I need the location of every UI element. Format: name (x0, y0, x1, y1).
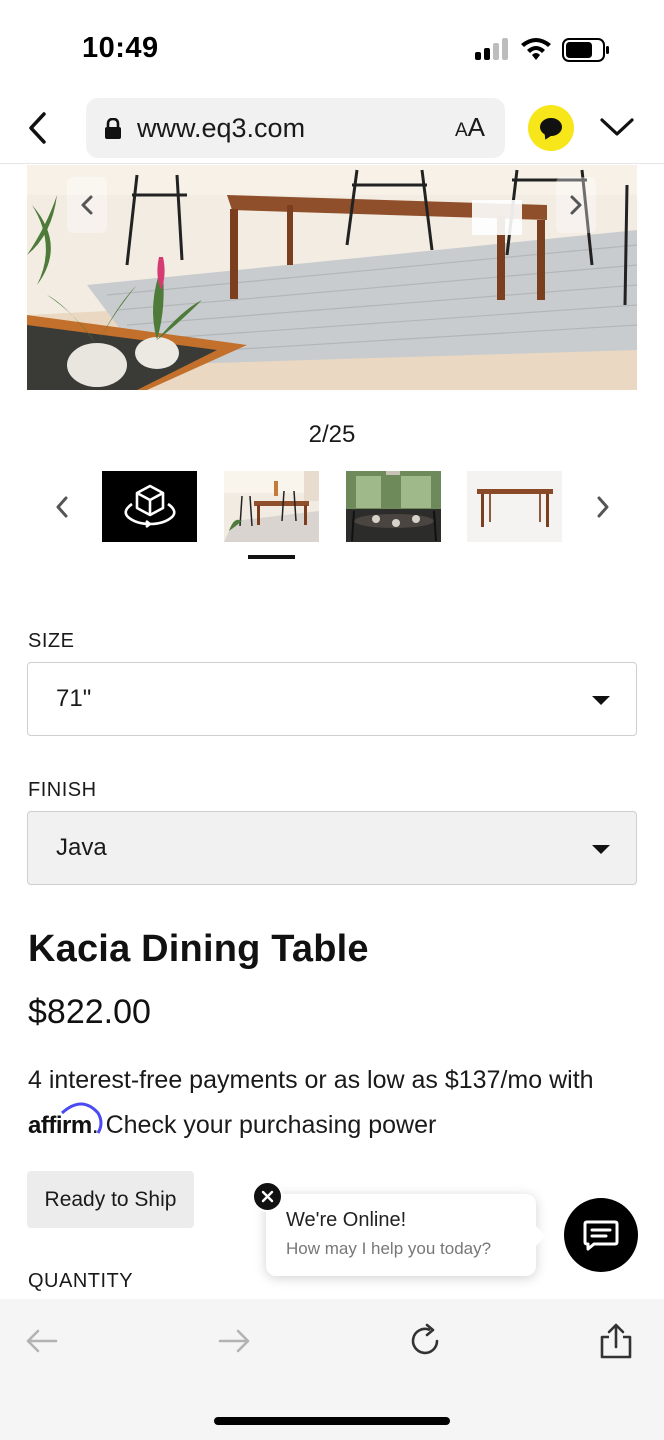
caret-down-icon (592, 696, 610, 705)
status-time: 10:49 (82, 32, 159, 64)
back-chevron-icon[interactable] (22, 108, 56, 148)
chat-message-icon (583, 1220, 619, 1251)
size-label: SIZE (28, 630, 75, 652)
home-indicator (214, 1417, 450, 1425)
financing-info: 4 interest-free payments or as low as $1… (28, 1058, 628, 1148)
text-size-button[interactable]: AA (455, 112, 485, 143)
caret-down-icon (592, 845, 610, 854)
active-thumbnail-indicator (248, 555, 295, 559)
url-field[interactable]: www.eq3.com AA (86, 98, 505, 158)
gallery-counter: 2/25 (308, 421, 356, 448)
product-title: Kacia Dining Table (28, 928, 369, 970)
back-arrow-icon[interactable] (22, 1321, 62, 1361)
cellular-signal-icon (475, 38, 511, 60)
wifi-icon (521, 38, 551, 60)
chat-popup[interactable]: We're Online! How may I help you today? (266, 1194, 546, 1276)
ready-to-ship-badge: Ready to Ship (27, 1171, 194, 1228)
thumbnail-dining-room-set[interactable] (346, 471, 441, 542)
url-text: www.eq3.com (137, 113, 306, 143)
chat-extension-icon[interactable] (528, 105, 574, 151)
chat-open-button[interactable] (564, 1198, 638, 1272)
purchasing-power-link[interactable]: . Check your purchasing power (92, 1111, 437, 1139)
close-icon (261, 1190, 274, 1203)
thumbnail-table-product[interactable] (467, 471, 562, 542)
thumbnail-dining-room-bright[interactable] (224, 471, 319, 542)
finish-value: Java (56, 834, 107, 861)
product-hero-image[interactable] (27, 165, 637, 390)
reload-icon[interactable] (405, 1321, 445, 1361)
lock-icon (105, 118, 121, 139)
status-bar: 10:49 (0, 0, 664, 96)
chat-title: We're Online! (286, 1209, 407, 1231)
browser-address-bar: www.eq3.com AA (0, 96, 664, 164)
size-value: 71" (56, 685, 92, 712)
product-price: $822.00 (28, 993, 151, 1031)
finish-label: FINISH (28, 779, 97, 801)
size-select[interactable]: 71" (27, 662, 637, 736)
affirm-logo: affirm (28, 1102, 103, 1148)
hero-next-button[interactable] (556, 177, 596, 233)
forward-arrow-icon[interactable] (214, 1321, 254, 1361)
quantity-label: QUANTITY (28, 1270, 134, 1292)
3d-cube-icon (124, 484, 176, 529)
hero-prev-button[interactable] (67, 177, 107, 233)
thumbnail-3d-view[interactable] (102, 471, 197, 542)
dining-room-photo (27, 165, 637, 390)
chevron-down-icon[interactable] (598, 112, 636, 142)
thumbnail-next-icon[interactable] (593, 493, 613, 521)
chat-close-button[interactable] (252, 1181, 283, 1212)
thumbnail-prev-icon[interactable] (52, 493, 72, 521)
chat-subtitle: How may I help you today? (286, 1239, 492, 1258)
share-icon[interactable] (596, 1321, 636, 1361)
financing-text: 4 interest-free payments or as low as $1… (28, 1066, 594, 1094)
affirm-arc-icon (60, 1102, 103, 1134)
battery-icon (562, 38, 609, 62)
finish-select[interactable]: Java (27, 811, 637, 885)
